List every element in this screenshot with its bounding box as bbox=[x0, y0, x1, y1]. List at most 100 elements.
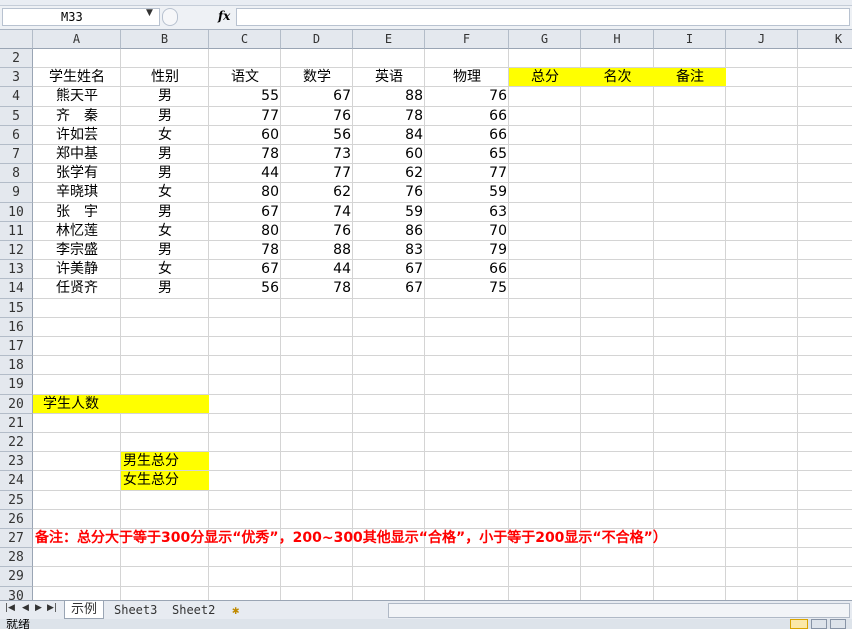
cell-B9[interactable]: 女 bbox=[121, 183, 209, 201]
cell-B6[interactable]: 女 bbox=[121, 126, 209, 144]
column-header-A[interactable]: A bbox=[33, 30, 121, 49]
cell-B12[interactable]: 男 bbox=[121, 241, 209, 259]
cell-F3[interactable]: 物理 bbox=[425, 68, 509, 86]
cell-E10[interactable]: 59 bbox=[353, 203, 425, 221]
row-header-4[interactable]: 4 bbox=[0, 87, 33, 107]
column-header-D[interactable]: D bbox=[281, 30, 353, 49]
cell-C10[interactable]: 67 bbox=[209, 203, 281, 221]
sheet-tab-sheet3[interactable]: Sheet3 bbox=[108, 601, 163, 619]
cell-A14[interactable]: 任贤齐 bbox=[33, 279, 121, 297]
cell-E5[interactable]: 78 bbox=[353, 107, 425, 125]
cell-E14[interactable]: 67 bbox=[353, 279, 425, 297]
row-header-8[interactable]: 8 bbox=[0, 164, 33, 184]
cell-F4[interactable]: 76 bbox=[425, 87, 509, 105]
cell-C4[interactable]: 55 bbox=[209, 87, 281, 105]
page-break-view-icon[interactable] bbox=[830, 619, 846, 629]
row-header-3[interactable]: 3 bbox=[0, 68, 33, 88]
row-header-28[interactable]: 28 bbox=[0, 548, 33, 568]
cell-F10[interactable]: 63 bbox=[425, 203, 509, 221]
insert-function-icon[interactable]: fx bbox=[218, 9, 230, 23]
horizontal-scrollbar[interactable] bbox=[388, 603, 850, 618]
cell-E12[interactable]: 83 bbox=[353, 241, 425, 259]
cell-F13[interactable]: 66 bbox=[425, 260, 509, 278]
cell-F12[interactable]: 79 bbox=[425, 241, 509, 259]
row-header-10[interactable]: 10 bbox=[0, 202, 33, 222]
prev-sheet-icon[interactable]: ◀ bbox=[22, 603, 29, 613]
cell-D8[interactable]: 77 bbox=[281, 164, 353, 182]
cell-E4[interactable]: 88 bbox=[353, 87, 425, 105]
row-header-5[interactable]: 5 bbox=[0, 106, 33, 126]
row-header-20[interactable]: 20 bbox=[0, 394, 33, 414]
cell-B14[interactable]: 男 bbox=[121, 279, 209, 297]
sheet-tab-example[interactable]: 示例 bbox=[64, 601, 105, 619]
cell-D14[interactable]: 78 bbox=[281, 279, 353, 297]
cell-F9[interactable]: 59 bbox=[425, 183, 509, 201]
cell-E3[interactable]: 英语 bbox=[353, 68, 425, 86]
insert-sheet-icon[interactable]: ✱ bbox=[226, 601, 245, 619]
row-header-30[interactable]: 30 bbox=[0, 586, 33, 600]
cell-D13[interactable]: 44 bbox=[281, 260, 353, 278]
cell-E6[interactable]: 84 bbox=[353, 126, 425, 144]
column-header-H[interactable]: H bbox=[581, 30, 654, 49]
cell-D12[interactable]: 88 bbox=[281, 241, 353, 259]
cell-B23[interactable]: 男生总分 bbox=[121, 452, 209, 471]
row-header-21[interactable]: 21 bbox=[0, 413, 33, 433]
row-header-11[interactable]: 11 bbox=[0, 221, 33, 241]
name-box[interactable]: M33 bbox=[2, 8, 160, 26]
cell-E11[interactable]: 86 bbox=[353, 222, 425, 240]
cell-B4[interactable]: 男 bbox=[121, 87, 209, 105]
column-header-K[interactable]: K bbox=[798, 30, 852, 49]
cell-C3[interactable]: 语文 bbox=[209, 68, 281, 86]
row-header-17[interactable]: 17 bbox=[0, 337, 33, 357]
cell-D9[interactable]: 62 bbox=[281, 183, 353, 201]
column-header-E[interactable]: E bbox=[353, 30, 425, 49]
sheet-tab-sheet2[interactable]: Sheet2 bbox=[166, 601, 221, 619]
worksheet-grid[interactable]: 学生姓名 性别 语文 数学 英语 物理 总分 名次 备注 熊天平男 55 67 88 76 齐 秦男 77 76… bbox=[0, 30, 852, 600]
cell-B7[interactable]: 男 bbox=[121, 145, 209, 163]
row-header-26[interactable]: 26 bbox=[0, 509, 33, 529]
cell-B11[interactable]: 女 bbox=[121, 222, 209, 240]
cell-F8[interactable]: 77 bbox=[425, 164, 509, 182]
cell-A8[interactable]: 张学有 bbox=[33, 164, 121, 182]
cell-C12[interactable]: 78 bbox=[209, 241, 281, 259]
row-header-9[interactable]: 9 bbox=[0, 183, 33, 203]
row-header-29[interactable]: 29 bbox=[0, 567, 33, 587]
cell-F14[interactable]: 75 bbox=[425, 279, 509, 297]
cell-A3[interactable]: 学生姓名 bbox=[33, 68, 121, 86]
cell-A7[interactable]: 郑中基 bbox=[33, 145, 121, 163]
cell-E9[interactable]: 76 bbox=[353, 183, 425, 201]
first-sheet-icon[interactable]: |◀ bbox=[5, 603, 15, 613]
column-header-B[interactable]: B bbox=[121, 30, 209, 49]
row-header-19[interactable]: 19 bbox=[0, 375, 33, 395]
cell-A13[interactable]: 许美静 bbox=[33, 260, 121, 278]
column-header-F[interactable]: F bbox=[425, 30, 509, 49]
cell-A5[interactable]: 齐 秦 bbox=[33, 107, 121, 125]
cell-C6[interactable]: 60 bbox=[209, 126, 281, 144]
cell-F6[interactable]: 66 bbox=[425, 126, 509, 144]
cell-B10[interactable]: 男 bbox=[121, 203, 209, 221]
cell-E7[interactable]: 60 bbox=[353, 145, 425, 163]
cell-A20[interactable]: 学生人数 bbox=[33, 394, 209, 413]
cell-B5[interactable]: 男 bbox=[121, 107, 209, 125]
cell-D10[interactable]: 74 bbox=[281, 203, 353, 221]
row-header-14[interactable]: 14 bbox=[0, 279, 33, 299]
cell-C5[interactable]: 77 bbox=[209, 107, 281, 125]
cell-D3[interactable]: 数学 bbox=[281, 68, 353, 86]
cell-C9[interactable]: 80 bbox=[209, 183, 281, 201]
cell-A27[interactable]: 备注：总分大于等于300分显示“优秀”，200~300其他显示“合格”，小于等于… bbox=[33, 529, 793, 547]
row-header-25[interactable]: 25 bbox=[0, 490, 33, 510]
column-header-I[interactable]: I bbox=[654, 30, 726, 49]
cell-D4[interactable]: 67 bbox=[281, 87, 353, 105]
row-header-22[interactable]: 22 bbox=[0, 433, 33, 453]
row-header-13[interactable]: 13 bbox=[0, 260, 33, 280]
column-header-J[interactable]: J bbox=[726, 30, 798, 49]
cell-D6[interactable]: 56 bbox=[281, 126, 353, 144]
cell-A11[interactable]: 林忆莲 bbox=[33, 222, 121, 240]
formula-bar-handle[interactable] bbox=[162, 8, 178, 26]
cell-C7[interactable]: 78 bbox=[209, 145, 281, 163]
cell-E8[interactable]: 62 bbox=[353, 164, 425, 182]
cell-C8[interactable]: 44 bbox=[209, 164, 281, 182]
normal-view-icon[interactable] bbox=[790, 619, 808, 629]
formula-input[interactable] bbox=[236, 8, 850, 26]
row-header-24[interactable]: 24 bbox=[0, 471, 33, 491]
